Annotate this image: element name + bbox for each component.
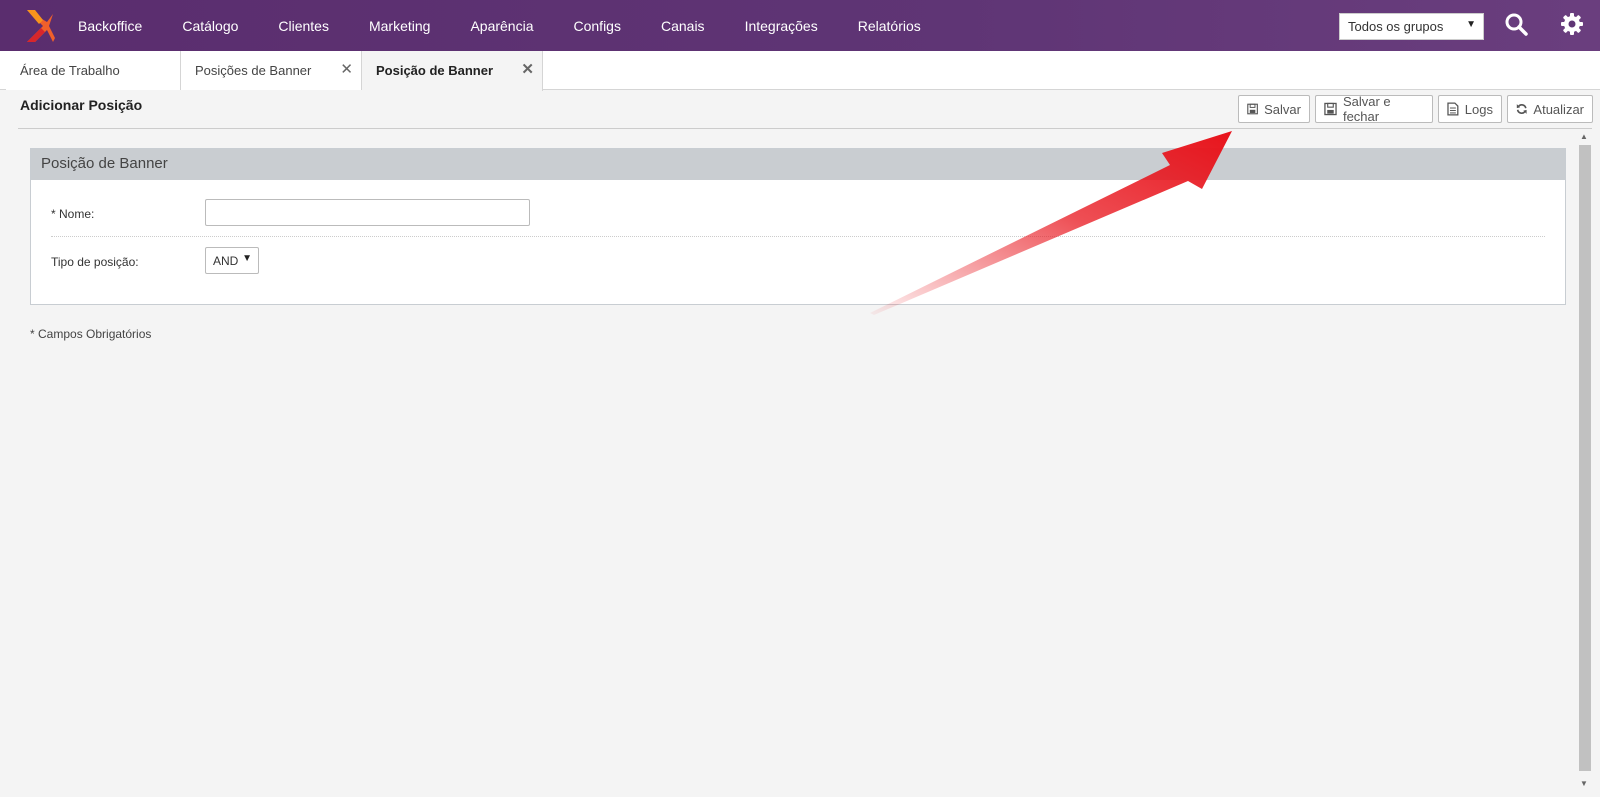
nav-canais[interactable]: Canais <box>641 0 725 51</box>
tab-posicoes-de-banner[interactable]: Posições de Banner ✕ <box>181 51 362 90</box>
main-menu: Backoffice Catálogo Clientes Marketing A… <box>70 0 941 51</box>
nav-clientes[interactable]: Clientes <box>258 0 349 51</box>
tab-label: Área de Trabalho <box>20 63 120 78</box>
required-fields-note: * Campos Obrigatórios <box>30 327 152 341</box>
nav-relatorios[interactable]: Relatórios <box>838 0 941 51</box>
scrollbar-thumb[interactable] <box>1579 145 1591 771</box>
scroll-up-arrow-icon[interactable]: ▲ <box>1580 132 1588 141</box>
close-icon[interactable]: ✕ <box>340 60 353 78</box>
tab-label: Posições de Banner <box>195 63 312 78</box>
panel-title: Posição de Banner <box>31 149 1565 180</box>
refresh-button[interactable]: Atualizar <box>1507 95 1593 123</box>
top-navbar: Backoffice Catálogo Clientes Marketing A… <box>0 0 1600 51</box>
banner-position-panel: Posição de Banner * Nome: Tipo de posiçã… <box>30 148 1566 305</box>
save-button[interactable]: Salvar <box>1238 95 1310 123</box>
chevron-down-icon: ▼ <box>242 253 252 264</box>
scrollbar[interactable]: ▲ ▼ <box>1577 130 1593 790</box>
chevron-down-icon: ▼ <box>1466 19 1476 30</box>
tab-label: Posição de Banner <box>376 63 494 78</box>
position-type-value: AND <box>213 254 239 268</box>
search-icon[interactable] <box>1504 12 1530 38</box>
nav-backoffice[interactable]: Backoffice <box>70 0 162 51</box>
gear-icon[interactable] <box>1560 12 1586 38</box>
scroll-down-arrow-icon[interactable]: ▼ <box>1580 779 1588 788</box>
nav-marketing[interactable]: Marketing <box>349 0 450 51</box>
position-type-label: Tipo de posição: <box>51 255 139 269</box>
tab-bar: Área de Trabalho Posições de Banner ✕ Po… <box>0 51 1600 91</box>
save-label: Salvar <box>1264 101 1301 117</box>
name-field[interactable] <box>205 199 530 226</box>
position-type-select[interactable]: AND ▼ <box>205 247 259 274</box>
save-close-label: Salvar e fechar <box>1342 94 1391 124</box>
document-icon <box>1447 102 1459 116</box>
nav-catalogo[interactable]: Catálogo <box>162 0 258 51</box>
nav-configs[interactable]: Configs <box>554 0 641 51</box>
logs-button[interactable]: Logs <box>1438 95 1502 123</box>
row-divider <box>51 236 1545 237</box>
logs-label: Logs <box>1464 101 1493 117</box>
group-select-value: Todos os grupos <box>1348 19 1444 34</box>
group-select[interactable]: Todos os grupos ▼ <box>1339 13 1484 40</box>
name-label: * Nome: <box>51 207 95 221</box>
page-title: Adicionar Posição <box>20 97 143 113</box>
nav-aparencia[interactable]: Aparência <box>450 0 553 51</box>
nav-integracoes[interactable]: Integrações <box>725 0 838 51</box>
brand-logo[interactable] <box>10 0 70 51</box>
refresh-icon <box>1516 104 1527 114</box>
save-and-close-button[interactable]: Salvar e fechar <box>1315 94 1433 124</box>
tab-area-de-trabalho[interactable]: Área de Trabalho <box>6 51 181 90</box>
refresh-label: Atualizar <box>1533 101 1584 117</box>
close-icon[interactable]: ✕ <box>521 60 534 78</box>
floppy-icon <box>1324 102 1337 116</box>
tab-posicao-de-banner[interactable]: Posição de Banner ✕ <box>362 51 543 91</box>
header-divider <box>18 128 1592 129</box>
floppy-icon <box>1247 103 1258 115</box>
